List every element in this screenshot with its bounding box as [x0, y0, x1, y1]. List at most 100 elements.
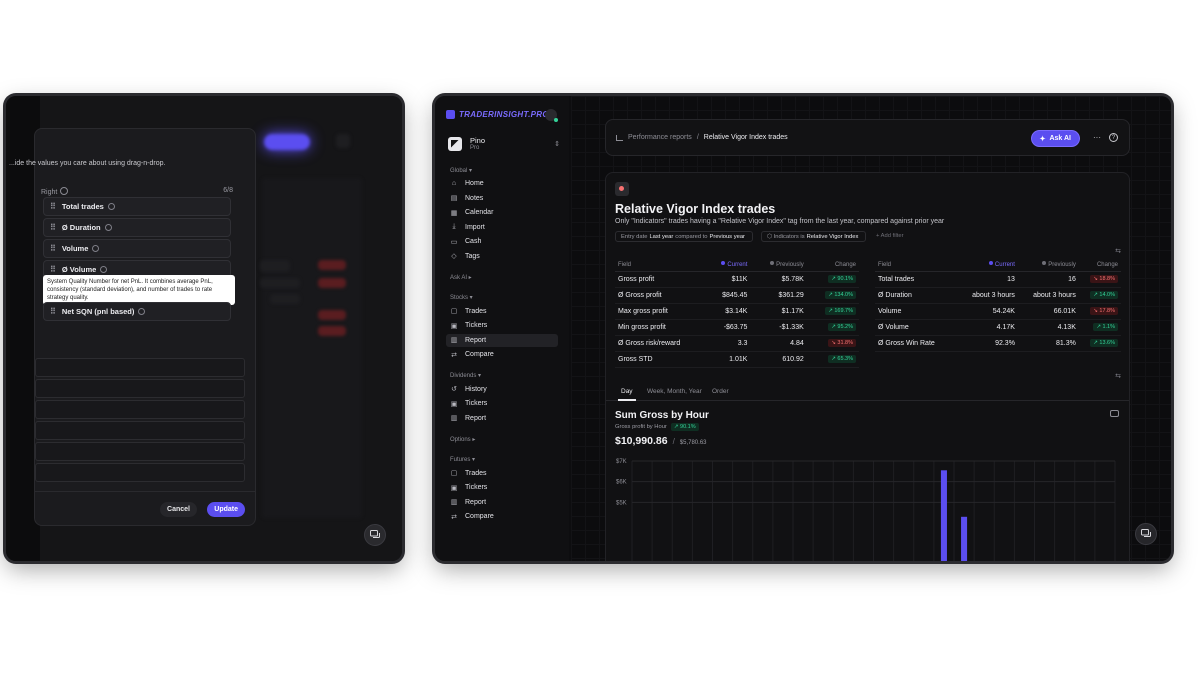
- drag-handle-icon[interactable]: ⠿: [50, 244, 56, 253]
- import-icon: ⤓: [452, 223, 456, 230]
- empty-slot[interactable]: [35, 442, 245, 461]
- info-icon[interactable]: [104, 224, 112, 231]
- nav-cash[interactable]: ▭ Cash: [446, 235, 558, 248]
- info-icon[interactable]: [107, 203, 115, 210]
- section-ask-ai[interactable]: Ask AI ▸: [450, 274, 472, 281]
- kpi-rows: Gross profit $11K $5.78K ↗ 90.1% Ø Gross pro…: [615, 271, 859, 368]
- bar-hour-15[interactable]: [940, 470, 947, 561]
- chat-button[interactable]: [1135, 523, 1157, 545]
- info-icon[interactable]: [92, 245, 100, 252]
- info-icon[interactable]: [100, 266, 108, 273]
- previous-dot-icon: [770, 261, 775, 266]
- info-icon[interactable]: [138, 308, 146, 315]
- kpi-row: Volume 54.24K 66.01K ↘ 17.8%: [875, 303, 1121, 320]
- empty-slot[interactable]: [35, 400, 245, 419]
- drag-handle-icon[interactable]: ⠿: [50, 265, 56, 274]
- drag-handle-icon[interactable]: ⠿: [50, 307, 56, 316]
- drag-handle-icon[interactable]: ⠿: [50, 202, 56, 211]
- section-futures[interactable]: Futures ▾: [450, 456, 475, 463]
- drag-handle-icon[interactable]: ⠿: [50, 223, 56, 232]
- blurred-cell: [260, 278, 300, 288]
- table-settings-icon[interactable]: ⇆: [1115, 247, 1121, 255]
- tab-day[interactable]: Day: [618, 388, 636, 401]
- camera-icon[interactable]: [1110, 410, 1119, 417]
- nav-stocks-trades[interactable]: ▢ Trades: [446, 305, 558, 318]
- history-icon: ↺: [451, 386, 457, 393]
- left-window: ...ide the values you care about using d…: [6, 96, 402, 561]
- breadcrumb-current: Relative Vigor Index trades: [703, 134, 788, 141]
- chat-icon: [369, 530, 380, 538]
- tickers-icon: ▣: [450, 322, 458, 330]
- nav-label: Report: [465, 498, 487, 506]
- table-settings-modal: ...ide the values you care about using d…: [9, 128, 256, 526]
- nav-futures-compare[interactable]: ⇄ Compare: [446, 510, 558, 523]
- help-icon[interactable]: ?: [1109, 133, 1118, 142]
- section-options[interactable]: Options ▸: [450, 436, 475, 443]
- user-avatar[interactable]: [545, 109, 558, 122]
- nav-tags[interactable]: ◇ Tags: [446, 250, 558, 263]
- nav-import[interactable]: ⤓ Import: [446, 221, 558, 234]
- section-global[interactable]: Global ▾: [450, 167, 472, 174]
- nav-dividends-history[interactable]: ↺ History: [446, 383, 558, 396]
- bar-hour-16[interactable]: [961, 516, 968, 561]
- filter-prefix: Entry date: [621, 233, 648, 240]
- update-button[interactable]: Update: [207, 502, 245, 517]
- nav-futures-report[interactable]: ▥ Report: [446, 496, 558, 509]
- drag-item-label: Volume: [61, 244, 89, 253]
- info-icon[interactable]: [60, 187, 69, 195]
- nav-calendar[interactable]: ▦ Calendar: [446, 206, 558, 219]
- nav-label: Trades: [465, 469, 487, 477]
- chart-settings-icon[interactable]: ⇆: [1115, 372, 1121, 380]
- kpi-field: Ø Gross Win Rate: [875, 335, 957, 352]
- nav-futures-trades[interactable]: ▢ Trades: [446, 467, 558, 480]
- kpi-change: ↘ 18.8%: [1078, 271, 1121, 288]
- drag-item-duration[interactable]: ⠿ Ø Duration: [43, 218, 231, 237]
- nav-stocks-compare[interactable]: ⇄ Compare: [446, 348, 558, 361]
- chat-button[interactable]: [364, 524, 386, 546]
- kpi-previous: 4.84: [750, 335, 807, 352]
- kpi-previous: 81.3%: [1017, 335, 1079, 352]
- right-window: TRADERINSIGHT.PRO Pino Pro ⇕ Global ▾ ⌂ H…: [435, 96, 1171, 561]
- drag-item-net-sqn[interactable]: ⠿ Net SQN (pnl based): [43, 302, 231, 321]
- calendar-icon: ▦: [450, 209, 458, 217]
- empty-slot[interactable]: [35, 421, 245, 440]
- more-options-icon[interactable]: ···: [1093, 133, 1101, 142]
- report-emoji-icon[interactable]: [615, 182, 629, 196]
- nav-label: Notes: [465, 194, 484, 202]
- workspace-switcher[interactable]: Pino Pro ⇕: [448, 136, 560, 151]
- cancel-button[interactable]: Cancel: [160, 502, 197, 517]
- filter-indicators-tag[interactable]: ⬡ Indicators is Relative Vigor Index: [761, 231, 867, 242]
- filter-entry-date[interactable]: Entry date Last year compared to Previou…: [615, 231, 753, 242]
- kpi-current: 92.3%: [957, 335, 1018, 352]
- tab-order[interactable]: Order: [712, 388, 729, 395]
- change-badge: ↘ 31.8%: [828, 339, 856, 347]
- empty-slot[interactable]: [35, 358, 245, 377]
- blurred-badge: [318, 278, 346, 288]
- ask-ai-button[interactable]: ✦ Ask AI: [1031, 131, 1079, 146]
- nav-home[interactable]: ⌂ Home: [446, 177, 558, 190]
- nav-stocks-tickers[interactable]: ▣ Tickers: [446, 319, 558, 332]
- app-logo[interactable]: TRADERINSIGHT.PRO: [446, 110, 549, 119]
- breadcrumb-parent[interactable]: Performance reports: [628, 134, 692, 141]
- add-filter-button[interactable]: + Add filter: [876, 233, 904, 239]
- empty-slot[interactable]: [35, 379, 245, 398]
- right-column-header: Right 6/8: [41, 187, 233, 196]
- nav-stocks-report[interactable]: ▥ Report: [446, 333, 558, 347]
- nav-dividends-report[interactable]: ▥ Report: [446, 412, 558, 425]
- report-subtitle: Only "Indicators" trades having a "Relat…: [615, 218, 945, 225]
- report-icon: ▥: [450, 337, 458, 344]
- section-stocks[interactable]: Stocks ▾: [450, 294, 473, 301]
- logo-mark-icon: [446, 110, 455, 119]
- nav-dividends-tickers[interactable]: ▣ Tickers: [446, 397, 558, 410]
- change-badge: ↗ 1.1%: [1093, 323, 1118, 331]
- nav-notes[interactable]: ▤ Notes: [446, 192, 558, 205]
- section-dividends[interactable]: Dividends ▾: [450, 372, 481, 379]
- kpi-row: Gross STD 1.01K 610.92 ↗ 65.3%: [615, 351, 859, 368]
- kpi-row: Ø Gross profit $845.45 $361.29 ↗ 134.0%: [615, 287, 859, 304]
- tab-week-month-year[interactable]: Week, Month, Year: [647, 388, 702, 395]
- nav-futures-tickers[interactable]: ▣ Tickers: [446, 481, 558, 494]
- drag-item-total-trades[interactable]: ⠿ Total trades: [43, 197, 231, 216]
- drag-item-volume[interactable]: ⠿ Volume: [43, 239, 231, 258]
- top-bar: Performance reports / Relative Vigor Ind…: [605, 119, 1130, 156]
- empty-slot[interactable]: [35, 463, 245, 482]
